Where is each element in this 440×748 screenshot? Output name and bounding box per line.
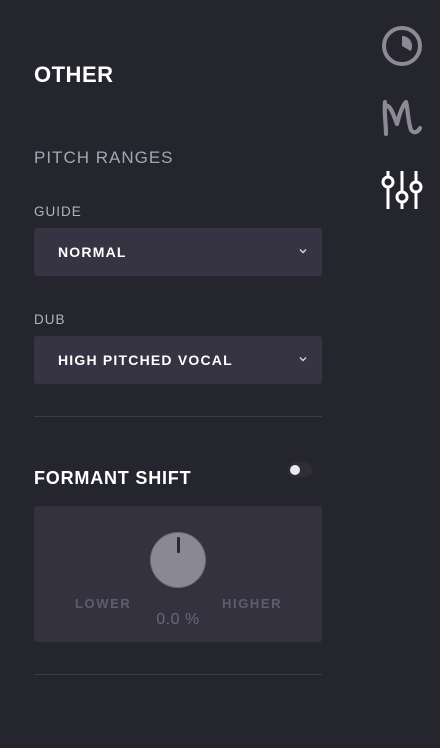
waveform-m-icon[interactable] (380, 94, 426, 142)
chevron-down-icon (299, 249, 307, 254)
knob-higher-label: HIGHER (222, 596, 283, 611)
knob-indicator (176, 537, 180, 553)
chevron-down-icon (299, 357, 307, 362)
toggle-knob (290, 465, 300, 475)
dub-label: DUB (34, 312, 66, 327)
section-title-pitch-ranges: PITCH RANGES (34, 148, 174, 167)
formant-shift-title: FORMANT SHIFT (34, 468, 192, 488)
formant-shift-box: LOWER HIGHER 0.0 % (34, 506, 322, 642)
knob-lower-label: LOWER (75, 596, 132, 611)
guide-select-value: NORMAL (58, 244, 127, 260)
formant-knob[interactable] (151, 533, 205, 587)
sliders-icon[interactable] (380, 168, 424, 212)
dub-select-value: HIGH PITCHED VOCAL (58, 352, 233, 368)
clock-icon[interactable] (380, 24, 424, 68)
formant-shift-toggle[interactable] (286, 461, 314, 479)
guide-select[interactable]: NORMAL (34, 228, 322, 276)
panel-title: OTHER (34, 62, 114, 87)
divider (34, 416, 322, 417)
dub-select[interactable]: HIGH PITCHED VOCAL (34, 336, 322, 384)
guide-label: GUIDE (34, 204, 82, 219)
knob-value: 0.0 % (156, 611, 200, 628)
divider (34, 674, 322, 675)
